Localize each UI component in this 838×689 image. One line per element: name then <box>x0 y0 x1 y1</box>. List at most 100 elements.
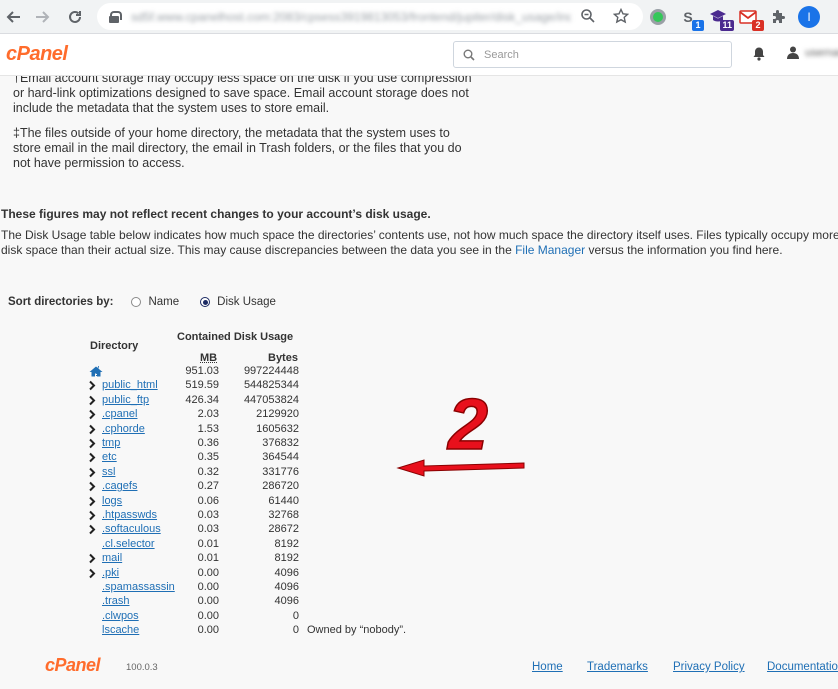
reload-icon[interactable] <box>61 3 89 31</box>
sort-by-name[interactable]: Name <box>131 296 179 308</box>
sort-by-disk-usage[interactable]: Disk Usage <box>200 296 276 308</box>
chevron-right-icon[interactable] <box>88 467 98 479</box>
directory-link[interactable]: .htpasswds <box>102 509 157 521</box>
table-row: / 951.03 997224448 <box>0 365 838 379</box>
directory-link[interactable]: .clwpos <box>102 610 139 622</box>
footer-link-privacy[interactable]: Privacy Policy <box>673 661 745 673</box>
chevron-right-icon[interactable] <box>88 481 98 493</box>
search-input[interactable] <box>484 49 714 61</box>
bell-icon[interactable] <box>752 46 766 66</box>
file-manager-link[interactable]: File Manager <box>515 243 585 257</box>
extension-graduation-badge: 11 <box>720 20 734 31</box>
footer-link-trademarks[interactable]: Trademarks <box>587 661 648 673</box>
bytes-value: 331776 <box>226 466 299 478</box>
user-menu[interactable]: username <box>787 46 838 59</box>
column-directory: Directory <box>90 340 138 352</box>
directory-link[interactable]: public_ftp <box>102 394 149 406</box>
table-row: logs 0.06 61440 <box>0 495 838 509</box>
table-row: .spamassassin 0.00 4096 <box>0 581 838 595</box>
mb-value: 426.34 <box>168 394 219 406</box>
directory-link[interactable]: .spamassassin <box>102 581 175 593</box>
table-row: ssl 0.32 331776 <box>0 466 838 480</box>
chevron-right-icon[interactable] <box>88 380 98 392</box>
mb-value: 519.59 <box>168 379 219 391</box>
back-icon[interactable] <box>0 3 28 31</box>
footer-link-home[interactable]: Home <box>532 661 563 673</box>
chevron-right-icon[interactable] <box>88 553 98 565</box>
table-row: lscache 0.00 0 Owned by “nobody”. <box>0 624 838 638</box>
table-row: .cl.selector 0.01 8192 <box>0 538 838 552</box>
user-icon <box>787 46 799 59</box>
table-row: public_ftp 426.34 447053824 <box>0 394 838 408</box>
directory-link[interactable]: .softaculous <box>102 523 161 535</box>
table-row: tmp 0.36 376832 <box>0 437 838 451</box>
extension-green-icon[interactable] <box>648 7 668 27</box>
extension-s-badge: 1 <box>692 20 704 31</box>
chevron-right-icon[interactable] <box>88 438 98 450</box>
footer-link-documentation[interactable]: Documentation <box>767 661 838 673</box>
bytes-value: 447053824 <box>226 394 299 406</box>
mb-value: 0.01 <box>168 552 219 564</box>
chevron-right-icon[interactable] <box>88 568 98 580</box>
zoom-icon[interactable] <box>579 7 597 25</box>
directory-link[interactable]: .cpanel <box>102 408 137 420</box>
bytes-value: 8192 <box>226 538 299 550</box>
chevron-right-icon[interactable] <box>88 510 98 522</box>
chevron-right-icon[interactable] <box>88 409 98 421</box>
chevron-right-icon[interactable] <box>88 424 98 436</box>
mb-value: 951.03 <box>168 365 219 377</box>
directory-link[interactable]: .pki <box>102 567 119 579</box>
extension-mail-icon[interactable]: 2 <box>738 7 758 27</box>
bytes-value: 4096 <box>226 567 299 579</box>
mb-value: 1.53 <box>168 423 219 435</box>
directory-link[interactable]: tmp <box>102 437 120 449</box>
column-contained-usage: Contained Disk Usage <box>177 331 293 343</box>
owner-note: Owned by “nobody”. <box>307 624 406 636</box>
directory-link[interactable]: / <box>96 365 99 377</box>
cpanel-header: cPanel username <box>0 34 838 76</box>
user-name: username <box>805 47 838 59</box>
bytes-value: 8192 <box>226 552 299 564</box>
sort-label: Sort directories by: <box>8 296 113 308</box>
chevron-right-icon[interactable] <box>88 395 98 407</box>
directory-link[interactable]: .trash <box>102 595 130 607</box>
cpanel-logo[interactable]: cPanel <box>6 43 67 66</box>
directory-link[interactable]: mail <box>102 552 122 564</box>
chevron-right-icon[interactable] <box>88 496 98 508</box>
footer-cpanel-logo[interactable]: cPanel <box>45 655 100 676</box>
extensions-puzzle-icon[interactable] <box>768 7 788 27</box>
bytes-value: 544825344 <box>226 379 299 391</box>
forward-icon[interactable] <box>28 3 56 31</box>
search-box[interactable] <box>453 41 732 68</box>
directory-link[interactable]: etc <box>102 451 117 463</box>
mb-value: 0.00 <box>168 567 219 579</box>
address-bar[interactable]: sd5f.www.cpanelhost.com:2083/cpsess39198… <box>97 3 643 30</box>
directory-link[interactable]: lscache <box>102 624 139 636</box>
directory-link[interactable]: .cl.selector <box>102 538 155 550</box>
bytes-value: 61440 <box>226 495 299 507</box>
browser-toolbar: sd5f.www.cpanelhost.com:2083/cpsess39198… <box>0 0 838 34</box>
directory-link[interactable]: .cphorde <box>102 423 145 435</box>
directory-link[interactable]: ssl <box>102 466 115 478</box>
mb-value: 0.00 <box>168 595 219 607</box>
sort-options: Sort directories by: Name Disk Usage <box>8 296 297 308</box>
chevron-right-icon[interactable] <box>88 524 98 536</box>
lock-icon <box>109 11 119 22</box>
bookmark-star-icon[interactable] <box>612 7 630 25</box>
sort-disk-usage-radio[interactable] <box>200 297 210 307</box>
mb-value: 0.27 <box>168 480 219 492</box>
chevron-right-icon[interactable] <box>88 452 98 464</box>
sort-name-radio[interactable] <box>131 297 141 307</box>
extension-s-icon[interactable]: S 1 <box>678 7 698 27</box>
url-text: sd5f.www.cpanelhost.com:2083/cpsess39198… <box>131 10 571 24</box>
directory-link[interactable]: public_html <box>102 379 158 391</box>
table-row: .pki 0.00 4096 <box>0 567 838 581</box>
extension-graduation-cap-icon[interactable]: 11 <box>708 7 728 27</box>
table-row: .cpanel 2.03 2129920 <box>0 408 838 422</box>
directory-link[interactable]: .cagefs <box>102 480 137 492</box>
bytes-value: 376832 <box>226 437 299 449</box>
main-content: †Email account storage may occupy less s… <box>0 76 838 689</box>
table-row: .clwpos 0.00 0 <box>0 610 838 624</box>
profile-avatar[interactable]: I <box>798 6 820 28</box>
directory-link[interactable]: logs <box>102 495 122 507</box>
